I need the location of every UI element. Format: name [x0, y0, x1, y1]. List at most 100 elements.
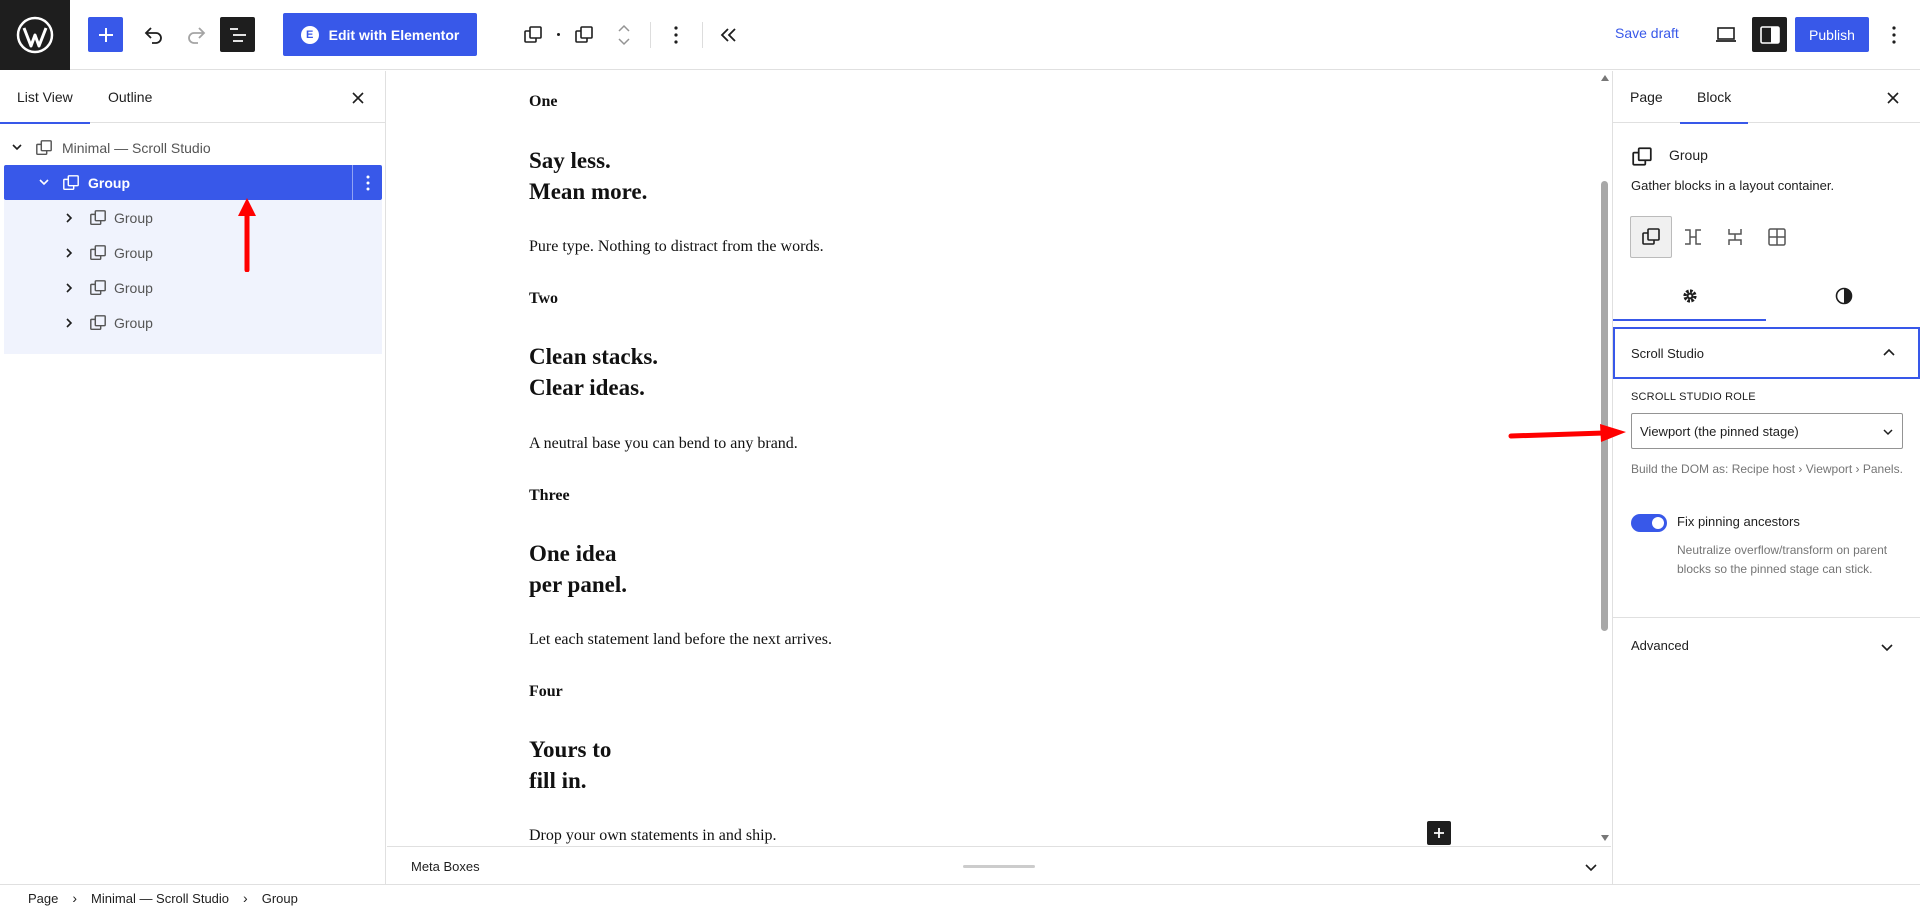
fix-pinning-ancestors-help: Neutralize overflow/transform on parent … [1677, 543, 1888, 576]
close-settings-button[interactable] [1881, 86, 1905, 110]
scroll-up-arrow-icon[interactable] [1601, 75, 1609, 81]
panel-heading-line: per panel. [529, 572, 627, 597]
redo-icon [187, 26, 205, 44]
chevron-down-icon[interactable] [1879, 639, 1895, 655]
fix-pinning-ancestors-toggle[interactable] [1631, 514, 1667, 532]
meta-boxes-title[interactable]: Meta Boxes [411, 859, 480, 874]
wordpress-logo-icon[interactable] [0, 0, 70, 70]
resize-handle[interactable] [963, 865, 1035, 868]
breadcrumb-item-page[interactable]: Page [28, 891, 58, 906]
panel-heading[interactable]: Clean stacks. Clear ideas. [529, 341, 658, 403]
scroll-down-arrow-icon[interactable] [1601, 835, 1609, 841]
list-item-child-group[interactable]: Group [4, 305, 382, 340]
group-block-icon [88, 243, 108, 263]
panel-heading-line: Clean stacks. [529, 344, 659, 369]
more-vertical-icon [1892, 26, 1896, 44]
annotation-arrow-right [1508, 424, 1626, 442]
panel-body-text[interactable]: Drop your own statements in and ship. [529, 827, 777, 845]
tab-list-view[interactable]: List View [0, 89, 90, 124]
panel-label[interactable]: Three [529, 487, 570, 505]
panel-label[interactable]: Two [529, 290, 558, 308]
chevron-down-icon[interactable] [10, 141, 24, 155]
stack-icon [1728, 229, 1742, 245]
tab-block[interactable]: Block [1679, 89, 1749, 124]
group-block-icon [88, 313, 108, 333]
breadcrumb-item-root[interactable]: Minimal — Scroll Studio [91, 891, 229, 906]
document-overview-panel: List View Outline Minimal — Scroll Studi… [0, 71, 386, 884]
tab-page[interactable]: Page [1630, 89, 1663, 105]
settings-sidebar-toggle[interactable] [1752, 17, 1787, 52]
block-breadcrumb: Page › Minimal — Scroll Studio › Group [0, 884, 1920, 911]
panel-heading[interactable]: Yours to fill in. [529, 734, 611, 796]
undo-button[interactable] [136, 17, 171, 52]
editor-canvas[interactable]: One Say less. Mean more. Pure type. Noth… [387, 71, 1611, 845]
block-options-button[interactable] [664, 20, 688, 50]
sidebar-tabs: Page Block [1613, 71, 1920, 124]
panel-label[interactable]: One [529, 93, 557, 111]
close-document-overview-button[interactable] [346, 86, 370, 110]
block-mover[interactable] [613, 18, 635, 52]
close-icon [352, 92, 364, 104]
variation-row-button[interactable] [1672, 216, 1714, 258]
panel-body-text[interactable]: Pure type. Nothing to distract from the … [529, 238, 824, 256]
chevron-right-icon[interactable] [62, 246, 76, 260]
list-item-child-group[interactable]: Group [4, 200, 382, 235]
group-block-icon [61, 173, 81, 193]
panel-label[interactable]: Four [529, 683, 563, 701]
panel-title: Scroll Studio [1631, 345, 1704, 361]
panel-body-text[interactable]: Let each statement land before the next … [529, 631, 832, 649]
list-item-child-group[interactable]: Group [4, 270, 382, 305]
undo-icon [144, 26, 162, 44]
chevron-right-icon[interactable] [62, 281, 76, 295]
scrollbar-thumb[interactable] [1601, 181, 1608, 631]
tab-styles[interactable] [1767, 271, 1920, 321]
settings-sidebar: Page Block Group Gather blocks in a layo… [1612, 71, 1920, 884]
chevron-right-icon: › [72, 890, 78, 906]
block-inserter-button[interactable] [88, 17, 123, 52]
collapse-toolbar-button[interactable] [714, 20, 744, 50]
group-block-icon [88, 278, 108, 298]
panel-heading[interactable]: Say less. Mean more. [529, 145, 647, 207]
tab-outline[interactable]: Outline [108, 89, 152, 105]
advanced-panel-toggle[interactable]: Advanced [1631, 638, 1689, 653]
panel-heading-line: Mean more. [529, 179, 648, 204]
scroll-studio-panel-header[interactable]: Scroll Studio [1613, 327, 1920, 379]
scroll-studio-role-select[interactable]: Viewport (the pinned stage) [1631, 413, 1903, 449]
list-group-padding [4, 340, 382, 354]
sidebar-icon [1759, 25, 1780, 44]
chevron-down-icon[interactable] [617, 38, 631, 46]
save-draft-button[interactable]: Save draft [1615, 25, 1679, 41]
group-block-icon [88, 208, 108, 228]
block-appender-button[interactable] [1427, 821, 1451, 845]
panel-heading[interactable]: One idea per panel. [529, 538, 627, 600]
list-item-label: Minimal — Scroll Studio [62, 139, 211, 156]
fix-pinning-ancestors-label[interactable]: Fix pinning ancestors [1677, 514, 1800, 529]
block-type-button[interactable] [519, 21, 547, 49]
variation-grid-button[interactable] [1756, 216, 1798, 258]
editor-options-button[interactable] [1880, 20, 1908, 50]
panel-body-text[interactable]: A neutral base you can bend to any brand… [529, 435, 798, 453]
edit-with-elementor-button[interactable]: E Edit with Elementor [283, 13, 477, 56]
toggle-knob [1652, 517, 1664, 529]
canvas-scrollbar[interactable] [1598, 71, 1611, 845]
tab-settings[interactable] [1613, 271, 1766, 321]
variation-group-button[interactable] [1630, 216, 1672, 258]
list-item-child-group[interactable]: Group [4, 235, 382, 270]
list-item-options-button[interactable] [352, 165, 382, 200]
publish-button[interactable]: Publish [1795, 17, 1869, 52]
list-item-selected-group[interactable]: Group [4, 165, 382, 200]
block-parent-button[interactable] [570, 21, 598, 49]
redo-button[interactable] [178, 17, 213, 52]
document-overview-button[interactable] [220, 17, 255, 52]
chevron-down-icon[interactable] [37, 176, 51, 190]
desktop-preview-icon [1716, 27, 1736, 42]
chevron-right-icon[interactable] [62, 211, 76, 225]
meta-boxes-panel[interactable]: Meta Boxes [387, 846, 1611, 884]
chevron-right-icon[interactable] [62, 316, 76, 330]
elementor-icon: E [300, 25, 319, 44]
preview-button[interactable] [1711, 20, 1741, 50]
chevron-up-icon[interactable] [617, 24, 631, 32]
variation-stack-button[interactable] [1714, 216, 1756, 258]
chevron-down-icon[interactable] [1583, 859, 1599, 875]
list-item-root[interactable]: Minimal — Scroll Studio [4, 130, 382, 165]
